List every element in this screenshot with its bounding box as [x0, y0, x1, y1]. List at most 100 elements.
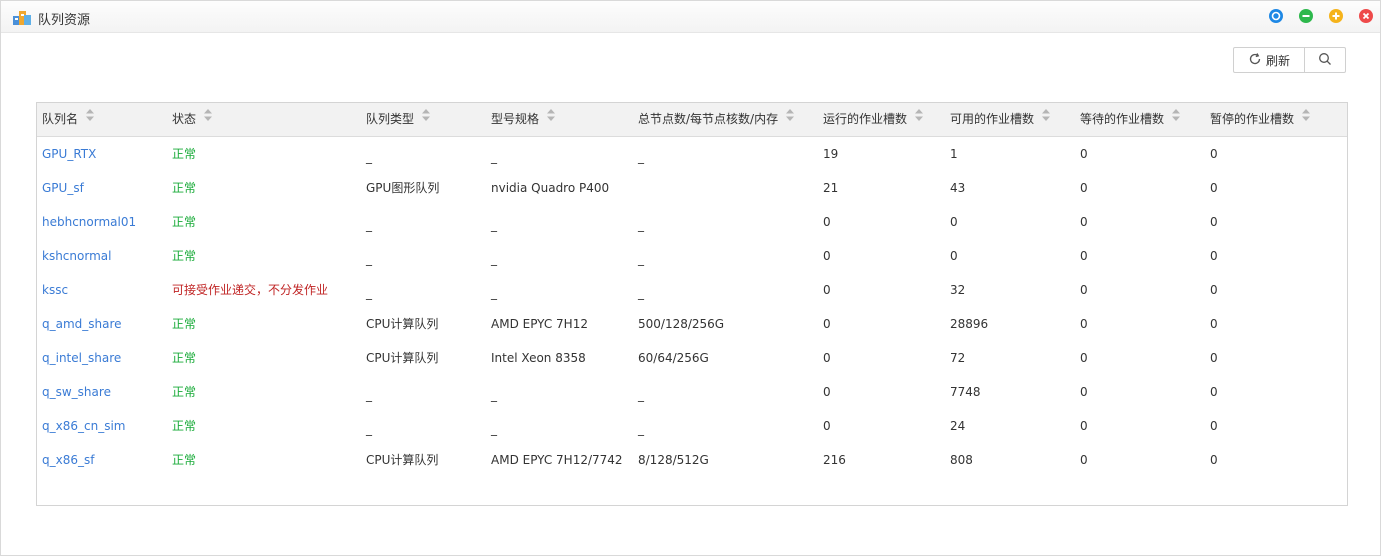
queue-name-link[interactable]: kssc	[42, 273, 68, 307]
minimize-icon[interactable]	[1299, 9, 1313, 23]
queue-name-link[interactable]: q_x86_sf	[42, 443, 94, 477]
column-header[interactable]: 队列名	[42, 103, 95, 136]
status-cell: 正常	[172, 249, 197, 263]
status-cell: 可接受作业递交，不分发作业	[172, 283, 329, 297]
available-cell: 0	[950, 249, 958, 263]
sort-icon[interactable]	[1171, 102, 1181, 135]
waiting-cell: 0	[1080, 317, 1088, 331]
column-header[interactable]: 运行的作业槽数	[823, 103, 924, 136]
table-row[interactable]: GPU_sf 正常 GPU图形队列 nvidia Quadro P400 21 43 0 0	[37, 171, 1347, 205]
available-cell: 28896	[950, 317, 989, 331]
queue-name-link[interactable]: GPU_sf	[42, 171, 84, 205]
maximize-icon[interactable]	[1329, 9, 1343, 23]
spec-cell: _	[491, 286, 497, 300]
spec-cell: Intel Xeon 8358	[491, 351, 586, 365]
table-row[interactable]: GPU_RTX 正常 _ _ _ 19 1 0 0	[37, 137, 1347, 171]
spec-cell: _	[491, 252, 497, 266]
table-row[interactable]: q_x86_sf 正常 CPU计算队列 AMD EPYC 7H12/7742 8/128…	[37, 443, 1347, 477]
paused-cell: 0	[1210, 453, 1218, 467]
queue-name-link[interactable]: q_intel_share	[42, 341, 121, 375]
spec-cell: _	[491, 218, 497, 232]
queue-name-link[interactable]: q_x86_cn_sim	[42, 409, 125, 443]
sort-icon[interactable]	[785, 102, 795, 135]
running-cell: 0	[823, 283, 831, 297]
sort-icon[interactable]	[203, 102, 213, 135]
table-row[interactable]: kshcnormal 正常 _ _ _ 0 0 0 0	[37, 239, 1347, 273]
nodes-cell: _	[638, 286, 644, 300]
type-cell: CPU计算队列	[366, 317, 439, 331]
status-cell: 正常	[172, 385, 197, 399]
window-title: 队列资源	[38, 13, 91, 28]
table-row[interactable]: q_sw_share 正常 _ _ _ 0 7748 0 0	[37, 375, 1347, 409]
queue-name-link[interactable]: kshcnormal	[42, 239, 111, 273]
column-header[interactable]: 型号规格	[491, 103, 556, 136]
table-row[interactable]: q_intel_share 正常 CPU计算队列 Intel Xeon 8358 60/…	[37, 341, 1347, 375]
spec-cell: _	[491, 150, 497, 164]
queue-name-link[interactable]: q_sw_share	[42, 375, 111, 409]
column-header-label: 状态	[172, 112, 197, 126]
column-header[interactable]: 状态	[172, 103, 213, 136]
column-header-label: 总节点数/每节点核数/内存	[638, 112, 779, 126]
restore-icon[interactable]	[1269, 9, 1283, 23]
running-cell: 216	[823, 453, 846, 467]
nodes-cell: _	[638, 150, 644, 164]
table-header: 队列名 状态 队列类型 型号规格 总节点数/每节点核数/内存 运行的作业槽数 可用的作业槽数…	[37, 103, 1347, 137]
available-cell: 0	[950, 215, 958, 229]
sort-icon[interactable]	[421, 102, 431, 135]
title-bar: 队列资源	[1, 1, 1380, 33]
status-cell: 正常	[172, 317, 197, 331]
column-header[interactable]: 暂停的作业槽数	[1210, 103, 1311, 136]
table-row[interactable]: q_x86_cn_sim 正常 _ _ _ 0 24 0 0	[37, 409, 1347, 443]
search-icon	[1318, 52, 1332, 69]
table-row[interactable]: hebhcnormal01 正常 _ _ _ 0 0 0 0	[37, 205, 1347, 239]
paused-cell: 0	[1210, 283, 1218, 297]
nodes-cell: 60/64/256G	[638, 351, 709, 365]
status-cell: 正常	[172, 351, 197, 365]
refresh-button[interactable]: 刷新	[1234, 48, 1305, 72]
queue-name-link[interactable]: hebhcnormal01	[42, 205, 136, 239]
column-header-label: 可用的作业槽数	[950, 112, 1035, 126]
nodes-cell: _	[638, 252, 644, 266]
waiting-cell: 0	[1080, 215, 1088, 229]
type-cell: _	[366, 286, 372, 300]
column-header-label: 队列类型	[366, 112, 415, 126]
paused-cell: 0	[1210, 181, 1218, 195]
toolbar: 刷新	[1233, 47, 1346, 73]
refresh-icon	[1248, 52, 1262, 69]
table-row[interactable]: q_amd_share 正常 CPU计算队列 AMD EPYC 7H12 500/128…	[37, 307, 1347, 341]
available-cell: 24	[950, 419, 966, 433]
table-row[interactable]: kssc 可接受作业递交，不分发作业 _ _ _ 0 32 0 0	[37, 273, 1347, 307]
paused-cell: 0	[1210, 249, 1218, 263]
type-cell: GPU图形队列	[366, 181, 440, 195]
column-header[interactable]: 可用的作业槽数	[950, 103, 1051, 136]
sort-icon[interactable]	[1301, 102, 1311, 135]
column-header[interactable]: 总节点数/每节点核数/内存	[638, 103, 795, 136]
type-cell: _	[366, 252, 372, 266]
nodes-cell: 500/128/256G	[638, 317, 725, 331]
search-button[interactable]	[1305, 48, 1345, 72]
sort-icon[interactable]	[914, 102, 924, 135]
waiting-cell: 0	[1080, 283, 1088, 297]
spec-cell: AMD EPYC 7H12	[491, 317, 588, 331]
queue-resources-window: 队列资源 刷新 队列名 状态 队列类型 型号规格 总节点数/每节点核数/内存 运行的作业槽…	[0, 0, 1381, 556]
type-cell: _	[366, 388, 372, 402]
column-header-label: 队列名	[42, 112, 79, 126]
waiting-cell: 0	[1080, 385, 1088, 399]
nodes-cell: _	[638, 422, 644, 436]
waiting-cell: 0	[1080, 147, 1088, 161]
sort-icon[interactable]	[85, 102, 95, 135]
close-icon[interactable]	[1359, 9, 1373, 23]
running-cell: 0	[823, 351, 831, 365]
running-cell: 0	[823, 385, 831, 399]
running-cell: 0	[823, 419, 831, 433]
column-header[interactable]: 等待的作业槽数	[1080, 103, 1181, 136]
waiting-cell: 0	[1080, 453, 1088, 467]
column-header[interactable]: 队列类型	[366, 103, 431, 136]
sort-icon[interactable]	[1041, 102, 1051, 135]
running-cell: 0	[823, 215, 831, 229]
available-cell: 808	[950, 453, 973, 467]
sort-icon[interactable]	[546, 102, 556, 135]
type-cell: _	[366, 422, 372, 436]
queue-name-link[interactable]: q_amd_share	[42, 307, 122, 341]
queue-name-link[interactable]: GPU_RTX	[42, 137, 96, 171]
